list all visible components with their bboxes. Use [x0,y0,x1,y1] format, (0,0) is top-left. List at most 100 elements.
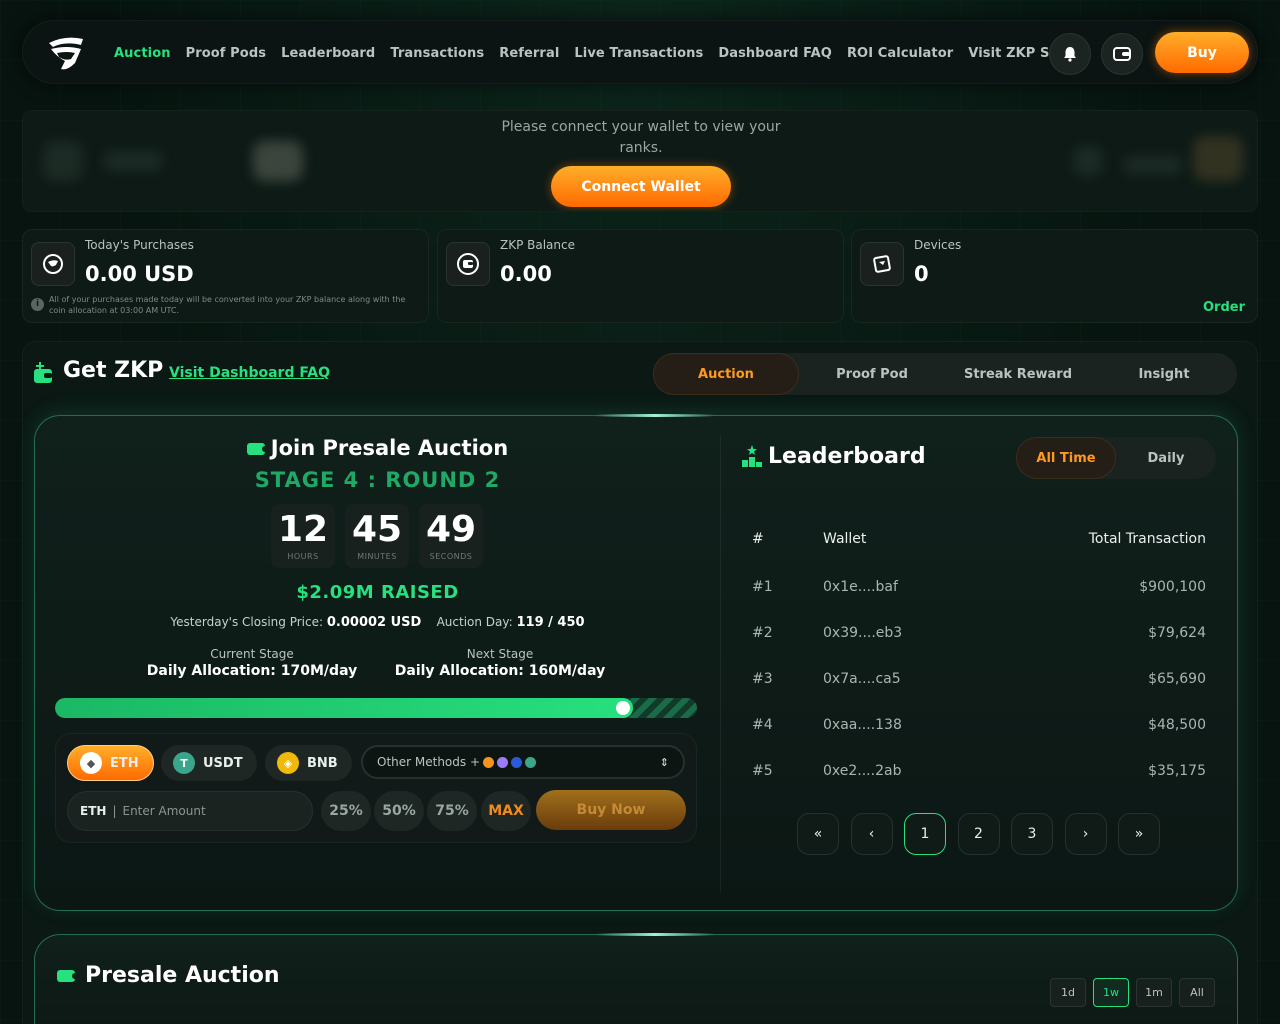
connect-wallet-panel: Please connect your wallet to view your … [22,110,1258,212]
lb-cell-total: $48,500 [1148,717,1206,733]
stat-label: Devices [914,238,962,252]
lb-header-rank: # [752,531,764,547]
first-page-button[interactable]: « [797,813,839,855]
range-1m-button[interactable]: 1m [1136,978,1172,1007]
nav-links: Auction Proof Pods Leaderboard Transactions… [114,21,1084,85]
lb-cell-total: $900,100 [1139,579,1206,595]
lb-cell-rank: #2 [752,625,773,641]
next-page-button[interactable]: › [1064,813,1107,855]
stat-value: 0.00 [500,262,552,286]
buy-box: ◆ETH TUSDT ◈BNB Other Methods + ⇕ ETH| 2… [55,733,697,843]
stage-label: STAGE 4 : ROUND 2 [254,468,501,492]
notification-button[interactable] [1049,33,1091,75]
lb-cell-total: $65,690 [1148,671,1206,687]
connect-wallet-button[interactable]: Connect Wallet [551,166,731,207]
toggle-all-time[interactable]: All Time [1016,437,1116,479]
leaderboard-toggle: All Time Daily [1016,437,1216,479]
price-line: Yesterday's Closing Price: 0.00002 USD A… [170,615,585,630]
pct-50-button[interactable]: 50% [374,791,424,831]
presale-auction-title: Presale Auction [85,963,280,988]
nav-link-proof-pods[interactable]: Proof Pods [186,46,267,61]
chevron-updown-icon: ⇕ [659,755,669,769]
auction-progress-bar [55,698,697,718]
btc-icon [483,756,495,768]
page-3-button[interactable]: 3 [1011,813,1053,855]
get-zkp-section: Get ZKP Visit Dashboard FAQ Auction Proof… [22,341,1258,1024]
podium-icon [742,445,762,467]
eth-icon: ◆ [80,752,102,774]
tab-auction[interactable]: Auction [653,353,799,395]
nav-link-auction[interactable]: Auction [114,46,171,61]
stat-note: All of your purchases made today will be… [49,295,406,315]
devices-card: Devices 0 Order [851,229,1258,323]
range-1w-button[interactable]: 1w [1093,978,1129,1007]
nav-link-referral[interactable]: Referral [499,46,559,61]
lb-cell-total: $35,175 [1148,763,1206,779]
tab-insight[interactable]: Insight [1091,353,1237,395]
amount-currency: ETH [80,804,107,818]
lb-cell-rank: #3 [752,671,773,687]
buy-now-button[interactable]: Buy Now [536,790,686,830]
lb-cell-wallet: 0x7a....ca5 [823,671,901,687]
stat-value: 0.00 USD [85,262,194,286]
buy-button[interactable]: Buy [1155,32,1249,73]
presale-auction-panel: Presale Auction 1d 1w 1m All [34,933,1238,1024]
coin-usdt-button[interactable]: T USDT [161,745,257,781]
current-stage: Current Stage Daily Allocation: 170M/day [146,647,358,679]
nav-link-transactions[interactable]: Transactions [390,46,484,61]
nav-link-dashboard-faq[interactable]: Dashboard FAQ [718,46,832,61]
tab-proof-pod[interactable]: Proof Pod [799,353,945,395]
lb-cell-rank: #5 [752,763,773,779]
page-1-button[interactable]: 1 [904,813,946,855]
lb-cell-wallet: 0x39....eb3 [823,625,903,641]
order-link[interactable]: Order [1203,300,1245,315]
bell-icon [1064,47,1076,62]
toggle-daily[interactable]: Daily [1116,437,1216,479]
wallet-icon [1113,47,1131,61]
device-icon [860,242,904,286]
wallet-plus-icon [34,362,52,383]
lb-cell-wallet: 0x1e....baf [823,579,898,595]
sol-icon [497,756,509,768]
progress-knob [616,701,630,715]
top-nav: Auction Proof Pods Leaderboard Transactions… [22,20,1258,84]
zkp-coin-icon [31,242,75,286]
wallet-button[interactable] [1101,33,1143,75]
usdt-icon: T [173,752,195,774]
progress-fill [55,698,633,718]
other-methods-select[interactable]: Other Methods + ⇕ [361,745,685,779]
pct-25-button[interactable]: 25% [321,791,371,831]
amount-input[interactable] [122,804,293,818]
pct-max-button[interactable]: MAX [481,791,531,831]
main-tabs: Auction Proof Pod Streak Reward Insight [653,353,1237,395]
coin-eth-button[interactable]: ◆ ETH [67,745,154,781]
range-1d-button[interactable]: 1d [1050,978,1086,1007]
zkp-logo-icon[interactable] [45,33,85,73]
connect-message: Please connect your wallet to view your … [501,119,781,156]
tab-streak-reward[interactable]: Streak Reward [945,353,1091,395]
page-2-button[interactable]: 2 [957,813,1000,855]
last-page-button[interactable]: » [1118,813,1160,855]
coin-bnb-button[interactable]: ◈ BNB [265,745,352,781]
get-zkp-title: Get ZKP [63,358,164,383]
lb-cell-total: $79,624 [1148,625,1206,641]
lb-cell-rank: #1 [752,579,773,595]
ticket-icon [57,970,75,982]
link-icon [511,756,523,768]
zkp-balance-card: ZKP Balance 0.00 [437,229,844,323]
range-all-button[interactable]: All [1179,978,1215,1007]
next-stage: Next Stage Daily Allocation: 160M/day [394,647,606,679]
stat-label: Today's Purchases [85,238,194,252]
nav-link-live-transactions[interactable]: Live Transactions [574,46,703,61]
prev-page-button[interactable]: ‹ [850,813,893,855]
pct-75-button[interactable]: 75% [427,791,477,831]
stat-label: ZKP Balance [500,238,575,252]
stat-value: 0 [914,262,929,286]
nav-link-roi-calculator[interactable]: ROI Calculator [847,46,953,61]
lb-cell-wallet: 0xe2....2ab [823,763,902,779]
timer-seconds: 49 SECONDS [419,504,483,568]
dashboard-faq-link[interactable]: Visit Dashboard FAQ [169,365,330,381]
lb-cell-wallet: 0xaa....138 [823,717,902,733]
nav-link-leaderboard[interactable]: Leaderboard [281,46,375,61]
leaderboard-title: Leaderboard [768,444,926,469]
